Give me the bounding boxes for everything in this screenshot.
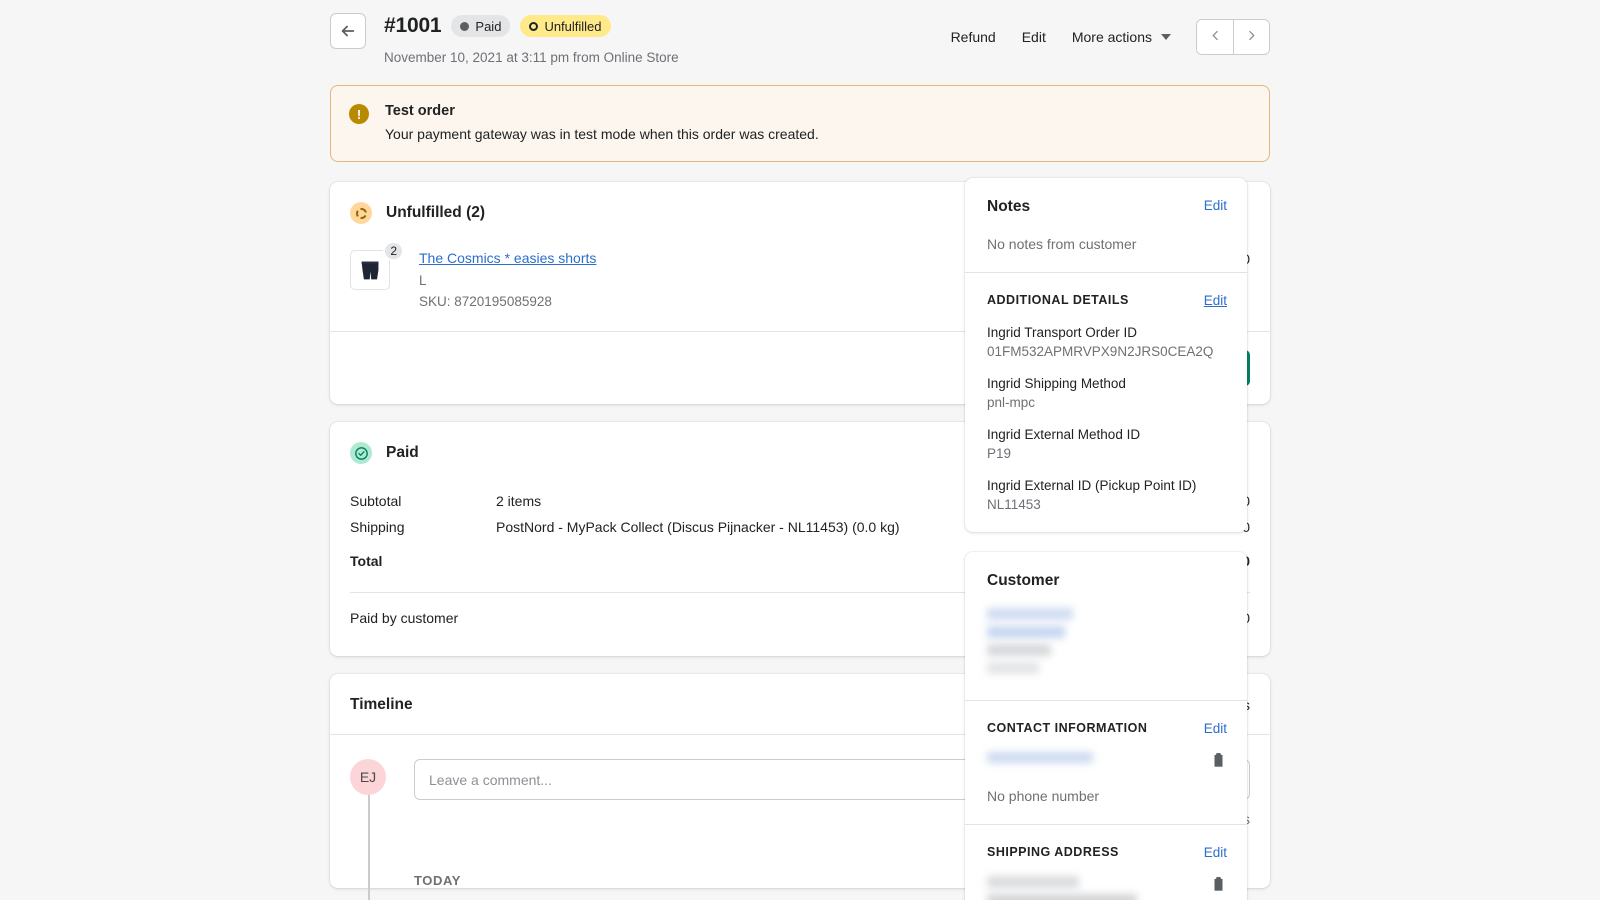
- notes-title: Notes: [987, 198, 1030, 216]
- detail-field: Ingrid External ID (Pickup Point ID) NL1…: [987, 478, 1227, 512]
- detail-key: Ingrid External Method ID: [987, 427, 1227, 442]
- dot-filled-icon: [460, 22, 469, 31]
- detail-field: Ingrid Shipping Method pnl-mpc: [987, 376, 1227, 410]
- customer-header: Customer: [987, 572, 1227, 590]
- line-item-quantity-badge: 2: [383, 241, 404, 261]
- customer-name-redacted: [987, 608, 1227, 674]
- line-item-thumbnail-wrap: 2: [350, 250, 394, 290]
- order-detail-page: #1001 Paid Unfulfilled November 10, 2021…: [0, 0, 1600, 900]
- redacted-line: [987, 894, 1137, 900]
- fulfillment-header-left: Unfulfilled (2): [350, 202, 485, 224]
- detail-value: pnl-mpc: [987, 395, 1227, 410]
- chevron-down-icon: [1161, 34, 1171, 40]
- subtotal-label: Subtotal: [350, 493, 496, 509]
- fulfillment-title: Unfulfilled (2): [386, 204, 485, 222]
- customer-section: Customer: [965, 552, 1247, 700]
- detail-key: Ingrid Shipping Method: [987, 376, 1227, 391]
- sidebar: Notes Edit No notes from customer ADDITI…: [965, 178, 1247, 900]
- shipping-address-header: SHIPPING ADDRESS Edit: [987, 845, 1227, 860]
- line-item-info: The Cosmics * easies shorts L SKU: 87201…: [419, 250, 975, 309]
- contact-email-row: [987, 752, 1227, 774]
- customer-phone: No phone number: [987, 788, 1227, 804]
- banner-title: Test order: [385, 103, 819, 119]
- arrow-left-icon: [339, 22, 357, 40]
- notes-header: Notes Edit: [987, 198, 1227, 216]
- copy-clipboard-icon[interactable]: [1210, 876, 1227, 898]
- header-main: #1001 Paid Unfulfilled November 10, 2021…: [384, 13, 938, 65]
- previous-order-button[interactable]: [1197, 20, 1233, 54]
- status-badge-paid-label: Paid: [475, 20, 501, 33]
- detail-value: NL11453: [987, 497, 1227, 512]
- customer-email-redacted: [987, 752, 1093, 769]
- contact-information-header: CONTACT INFORMATION Edit: [987, 721, 1227, 736]
- test-order-banner: ! Test order Your payment gateway was in…: [330, 85, 1270, 162]
- additional-details-header: ADDITIONAL DETAILS Edit: [987, 293, 1227, 308]
- page-title: #1001: [384, 14, 441, 38]
- edit-button[interactable]: Edit: [1009, 22, 1059, 52]
- detail-field: Ingrid External Method ID P19: [987, 427, 1227, 461]
- status-badge-unfulfilled-label: Unfulfilled: [544, 20, 601, 33]
- detail-key: Ingrid External ID (Pickup Point ID): [987, 478, 1227, 493]
- redacted-line: [987, 608, 1073, 620]
- copy-clipboard-icon[interactable]: [1210, 752, 1227, 774]
- status-badge-paid: Paid: [451, 15, 510, 37]
- total-label: Total: [350, 553, 496, 569]
- chevron-left-icon: [1209, 29, 1222, 45]
- detail-field: Ingrid Transport Order ID 01FM532APMRVPX…: [987, 325, 1227, 359]
- chevron-right-icon: [1245, 29, 1258, 45]
- customer-card: Customer CONTACT INFORMATION Edit: [965, 552, 1247, 900]
- refund-button[interactable]: Refund: [938, 22, 1009, 52]
- check-circle-icon: [350, 442, 372, 464]
- banner-body: Your payment gateway was in test mode wh…: [385, 126, 819, 142]
- redacted-line: [987, 752, 1093, 763]
- line-item-product-link[interactable]: The Cosmics * easies shorts: [419, 250, 975, 266]
- additional-details-edit-link[interactable]: Edit: [1204, 293, 1227, 308]
- shipping-address-edit-link[interactable]: Edit: [1204, 845, 1227, 860]
- notes-edit-link[interactable]: Edit: [1204, 198, 1227, 213]
- pager: [1196, 19, 1270, 55]
- shipping-address-section: SHIPPING ADDRESS Edit: [965, 824, 1247, 900]
- shipping-address-row: [987, 876, 1227, 900]
- avatar: EJ: [350, 759, 386, 795]
- contact-information-section: CONTACT INFORMATION Edit No phone number: [965, 700, 1247, 824]
- shipping-address-redacted: [987, 876, 1137, 900]
- comment-input[interactable]: [415, 772, 1040, 788]
- detail-key: Ingrid Transport Order ID: [987, 325, 1227, 340]
- line-item-sku: SKU: 8720195085928: [419, 294, 975, 309]
- detail-value: 01FM532APMRVPX9N2JRS0CEA2Q: [987, 344, 1227, 359]
- notes-card: Notes Edit No notes from customer ADDITI…: [965, 178, 1247, 532]
- timeline-title: Timeline: [350, 696, 413, 714]
- redacted-line: [987, 626, 1065, 638]
- next-order-button[interactable]: [1233, 20, 1269, 54]
- notes-section: Notes Edit No notes from customer: [965, 178, 1247, 272]
- back-button[interactable]: [330, 13, 366, 49]
- redacted-line: [987, 662, 1039, 674]
- header-actions: Refund Edit More actions: [938, 13, 1270, 55]
- detail-value: P19: [987, 446, 1227, 461]
- customer-title: Customer: [987, 572, 1059, 590]
- redacted-line: [987, 644, 1051, 656]
- page-header: #1001 Paid Unfulfilled November 10, 2021…: [330, 0, 1270, 65]
- notes-empty-text: No notes from customer: [987, 236, 1227, 252]
- contact-information-edit-link[interactable]: Edit: [1204, 721, 1227, 736]
- line-item-variant: L: [419, 273, 975, 288]
- additional-details-title: ADDITIONAL DETAILS: [987, 293, 1129, 307]
- shipping-address-title: SHIPPING ADDRESS: [987, 845, 1119, 859]
- banner-text: Test order Your payment gateway was in t…: [385, 103, 819, 142]
- redacted-line: [987, 876, 1079, 888]
- shorts-glyph: [355, 255, 385, 285]
- status-badge-unfulfilled: Unfulfilled: [520, 15, 610, 37]
- dot-ring-icon: [529, 22, 538, 31]
- order-date: November 10, 2021 at 3:11 pm from Online…: [384, 50, 938, 65]
- more-actions-button[interactable]: More actions: [1059, 22, 1184, 52]
- additional-details-section: ADDITIONAL DETAILS Edit Ingrid Transport…: [965, 272, 1247, 532]
- timeline-rail: [368, 793, 370, 900]
- more-actions-label: More actions: [1072, 29, 1152, 45]
- alert-circle-icon: !: [349, 104, 369, 124]
- unfulfilled-ring-icon: [350, 202, 372, 224]
- title-row: #1001 Paid Unfulfilled: [384, 13, 938, 39]
- shipping-label: Shipping: [350, 519, 496, 535]
- payment-title: Paid: [386, 444, 419, 462]
- contact-information-title: CONTACT INFORMATION: [987, 721, 1147, 735]
